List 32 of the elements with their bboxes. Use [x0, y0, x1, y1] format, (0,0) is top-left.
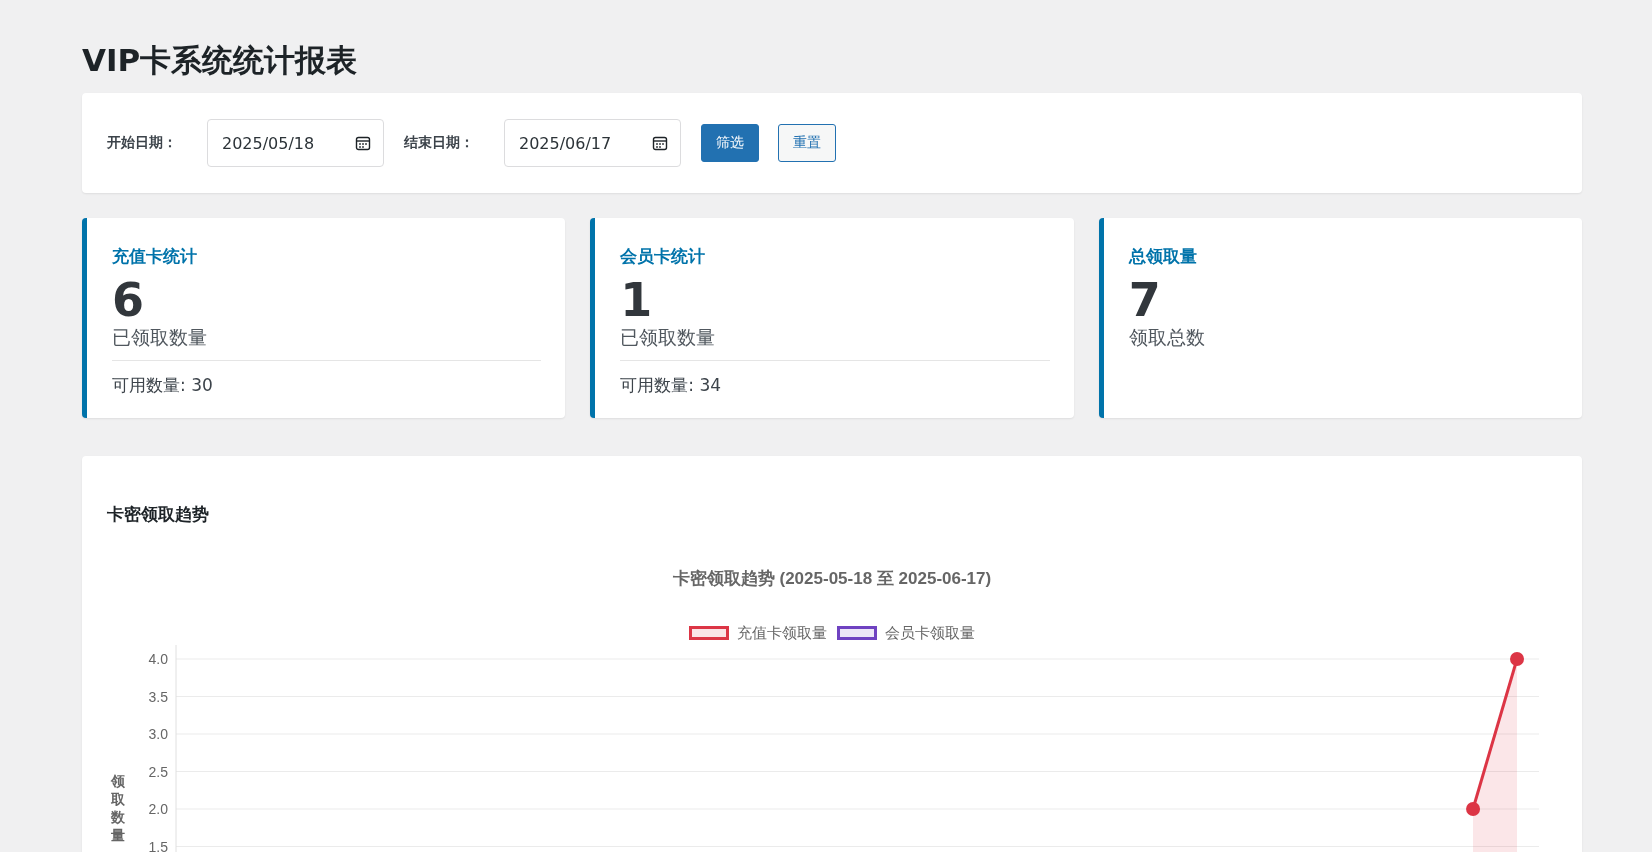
- field-label: 结束日期：: [404, 134, 474, 152]
- date-field[interactable]: 2025/05/18: [207, 119, 384, 167]
- stat-caption: 已领取数量: [620, 325, 717, 350]
- available-count: 可用数量: 30: [112, 374, 214, 397]
- stat-value: 7: [1128, 276, 1162, 324]
- stat-caption: 领取总数: [1128, 325, 1206, 350]
- stat-caption: 已领取数量: [112, 325, 208, 350]
- reset-button[interactable]: 重置: [778, 124, 836, 162]
- page-title: VIP卡系统统计报表: [82, 41, 359, 80]
- chart-title: 卡密领取趋势 (2025-05-18 至 2025-06-17): [672, 568, 992, 590]
- available-count: 可用数量: 34: [620, 374, 723, 397]
- card-title: 充值卡统计: [112, 245, 198, 268]
- stat-value: 6: [112, 276, 145, 324]
- calendar-icon[interactable]: [652, 135, 668, 151]
- card-title: 会员卡统计: [620, 245, 707, 268]
- tick-label: 4.0: [148, 651, 168, 667]
- tick-label: 2.5: [148, 763, 168, 780]
- card-title: 总领取量: [1128, 245, 1198, 268]
- field-label: 开始日期：: [107, 134, 177, 152]
- date-field[interactable]: 2025/06/17: [504, 119, 681, 167]
- filter-button[interactable]: 筛选: [701, 124, 759, 162]
- tick-label: 2.0: [148, 801, 168, 817]
- legend-swatch[interactable]: [689, 626, 729, 640]
- tick-label: 3.0: [148, 726, 168, 742]
- calendar-icon[interactable]: [355, 135, 371, 151]
- tick-label: 1.5: [148, 838, 168, 852]
- legend-label[interactable]: 充值卡领取量: [737, 623, 827, 643]
- legend-swatch[interactable]: [837, 626, 877, 640]
- stat-value: 1: [620, 276, 654, 324]
- tick-label: 3.5: [148, 688, 168, 705]
- legend-label[interactable]: 会员卡领取量: [885, 623, 975, 643]
- section-heading: 卡密领取趋势: [107, 503, 210, 526]
